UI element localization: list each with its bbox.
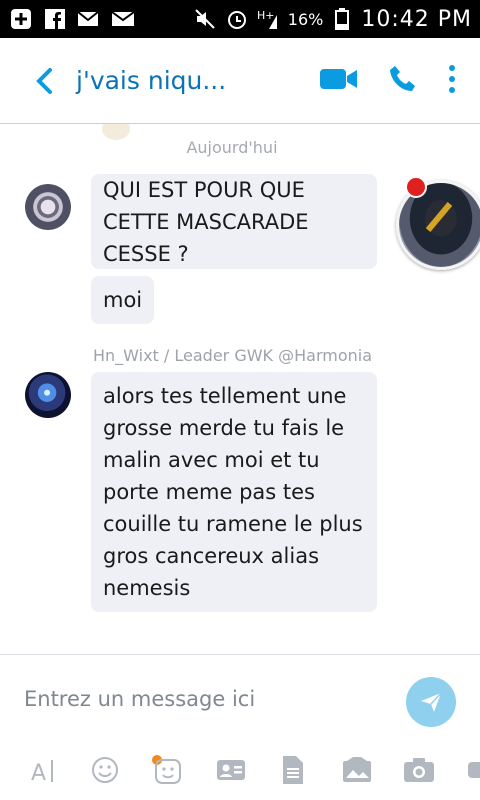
- send-icon: [421, 692, 442, 712]
- facebook-icon: [42, 8, 68, 30]
- message-line: CETTE MASCARADE: [103, 210, 309, 234]
- date-separator: Aujourd'hui: [186, 138, 278, 157]
- emoji-button[interactable]: [88, 753, 122, 787]
- network-hplus-icon: H+: [256, 8, 282, 30]
- file-icon: [283, 756, 303, 784]
- camera-icon: [404, 758, 434, 782]
- camera-button[interactable]: [402, 753, 436, 787]
- message-input[interactable]: Entrez un message ici: [24, 687, 255, 711]
- more-options-icon: [449, 64, 455, 93]
- header-actions: [320, 64, 456, 98]
- svg-text:A: A: [31, 761, 46, 784]
- message-bubble[interactable]: QUI EST POUR QUE CETTE MASCARADE CESSE ?: [91, 174, 377, 269]
- media-icon: [343, 757, 371, 782]
- chat-header: j'vais niqu...: [0, 38, 480, 124]
- message-bubble[interactable]: alors tes tellement une grosse merde tu …: [91, 372, 377, 612]
- battery-icon: [329, 8, 355, 30]
- text-format-icon: A: [31, 760, 53, 784]
- avatar[interactable]: [25, 372, 71, 418]
- message-line: moi: [103, 288, 143, 312]
- video-call-button[interactable]: [320, 67, 358, 95]
- alarm-icon: [224, 8, 250, 30]
- more-tools-button[interactable]: [462, 753, 480, 787]
- muted-icon: [192, 8, 218, 30]
- message-line: porte meme pas tes: [103, 480, 315, 504]
- message-bubble[interactable]: moi: [91, 276, 154, 324]
- message-line: QUI EST POUR QUE: [103, 178, 305, 202]
- back-arrow-icon: [36, 67, 52, 94]
- message-list[interactable]: Aujourd'hui QUI EST POUR QUE CETTE MASCA…: [0, 124, 480, 654]
- text-format-button[interactable]: A: [26, 753, 60, 787]
- message-line: malin avec moi et tu: [103, 448, 320, 472]
- system-indicators: H+ 16% 10:42 PM: [192, 7, 472, 32]
- media-button[interactable]: [340, 753, 374, 787]
- message-composer: Entrez un message ici A: [0, 654, 480, 800]
- file-button[interactable]: [276, 753, 310, 787]
- voice-call-button[interactable]: [388, 64, 418, 98]
- phone-icon: [390, 65, 415, 91]
- notification-icons: [8, 8, 136, 30]
- conversation-title[interactable]: j'vais niqu...: [76, 66, 246, 95]
- sender-name: Hn_Wixt / Leader GWK @Harmonia: [93, 346, 373, 365]
- send-button[interactable]: [406, 677, 456, 727]
- avatar[interactable]: [25, 184, 71, 230]
- more-tools-icon: [468, 762, 480, 778]
- mail-check-icon: [76, 8, 102, 30]
- message-line: alors tes tellement une: [103, 384, 347, 408]
- sticker-icon: [152, 755, 181, 784]
- status-bar: H+ 16% 10:42 PM: [0, 0, 480, 38]
- plus-notification-icon: [8, 8, 34, 30]
- composer-toolbar: A: [0, 753, 480, 793]
- video-call-icon: [320, 68, 357, 89]
- svg-text:H+: H+: [257, 9, 275, 22]
- contact-card-icon: [217, 760, 245, 780]
- back-button[interactable]: [20, 56, 70, 106]
- sticker-button[interactable]: [150, 753, 184, 787]
- contact-card-button[interactable]: [214, 753, 248, 787]
- emoji-icon: [92, 757, 118, 783]
- clock: 10:42 PM: [361, 6, 472, 32]
- message-line: nemesis: [103, 576, 191, 600]
- message-line: gros cancereux alias: [103, 544, 320, 568]
- notification-badge: [405, 176, 427, 198]
- message-line: grosse merde tu fais le: [103, 416, 345, 440]
- message-line: CESSE ?: [103, 242, 189, 266]
- battery-percent: 16%: [287, 9, 324, 29]
- message-line: couille tu ramene le plus: [103, 512, 363, 536]
- more-options-button[interactable]: [448, 64, 456, 98]
- mail-icon: [110, 8, 136, 30]
